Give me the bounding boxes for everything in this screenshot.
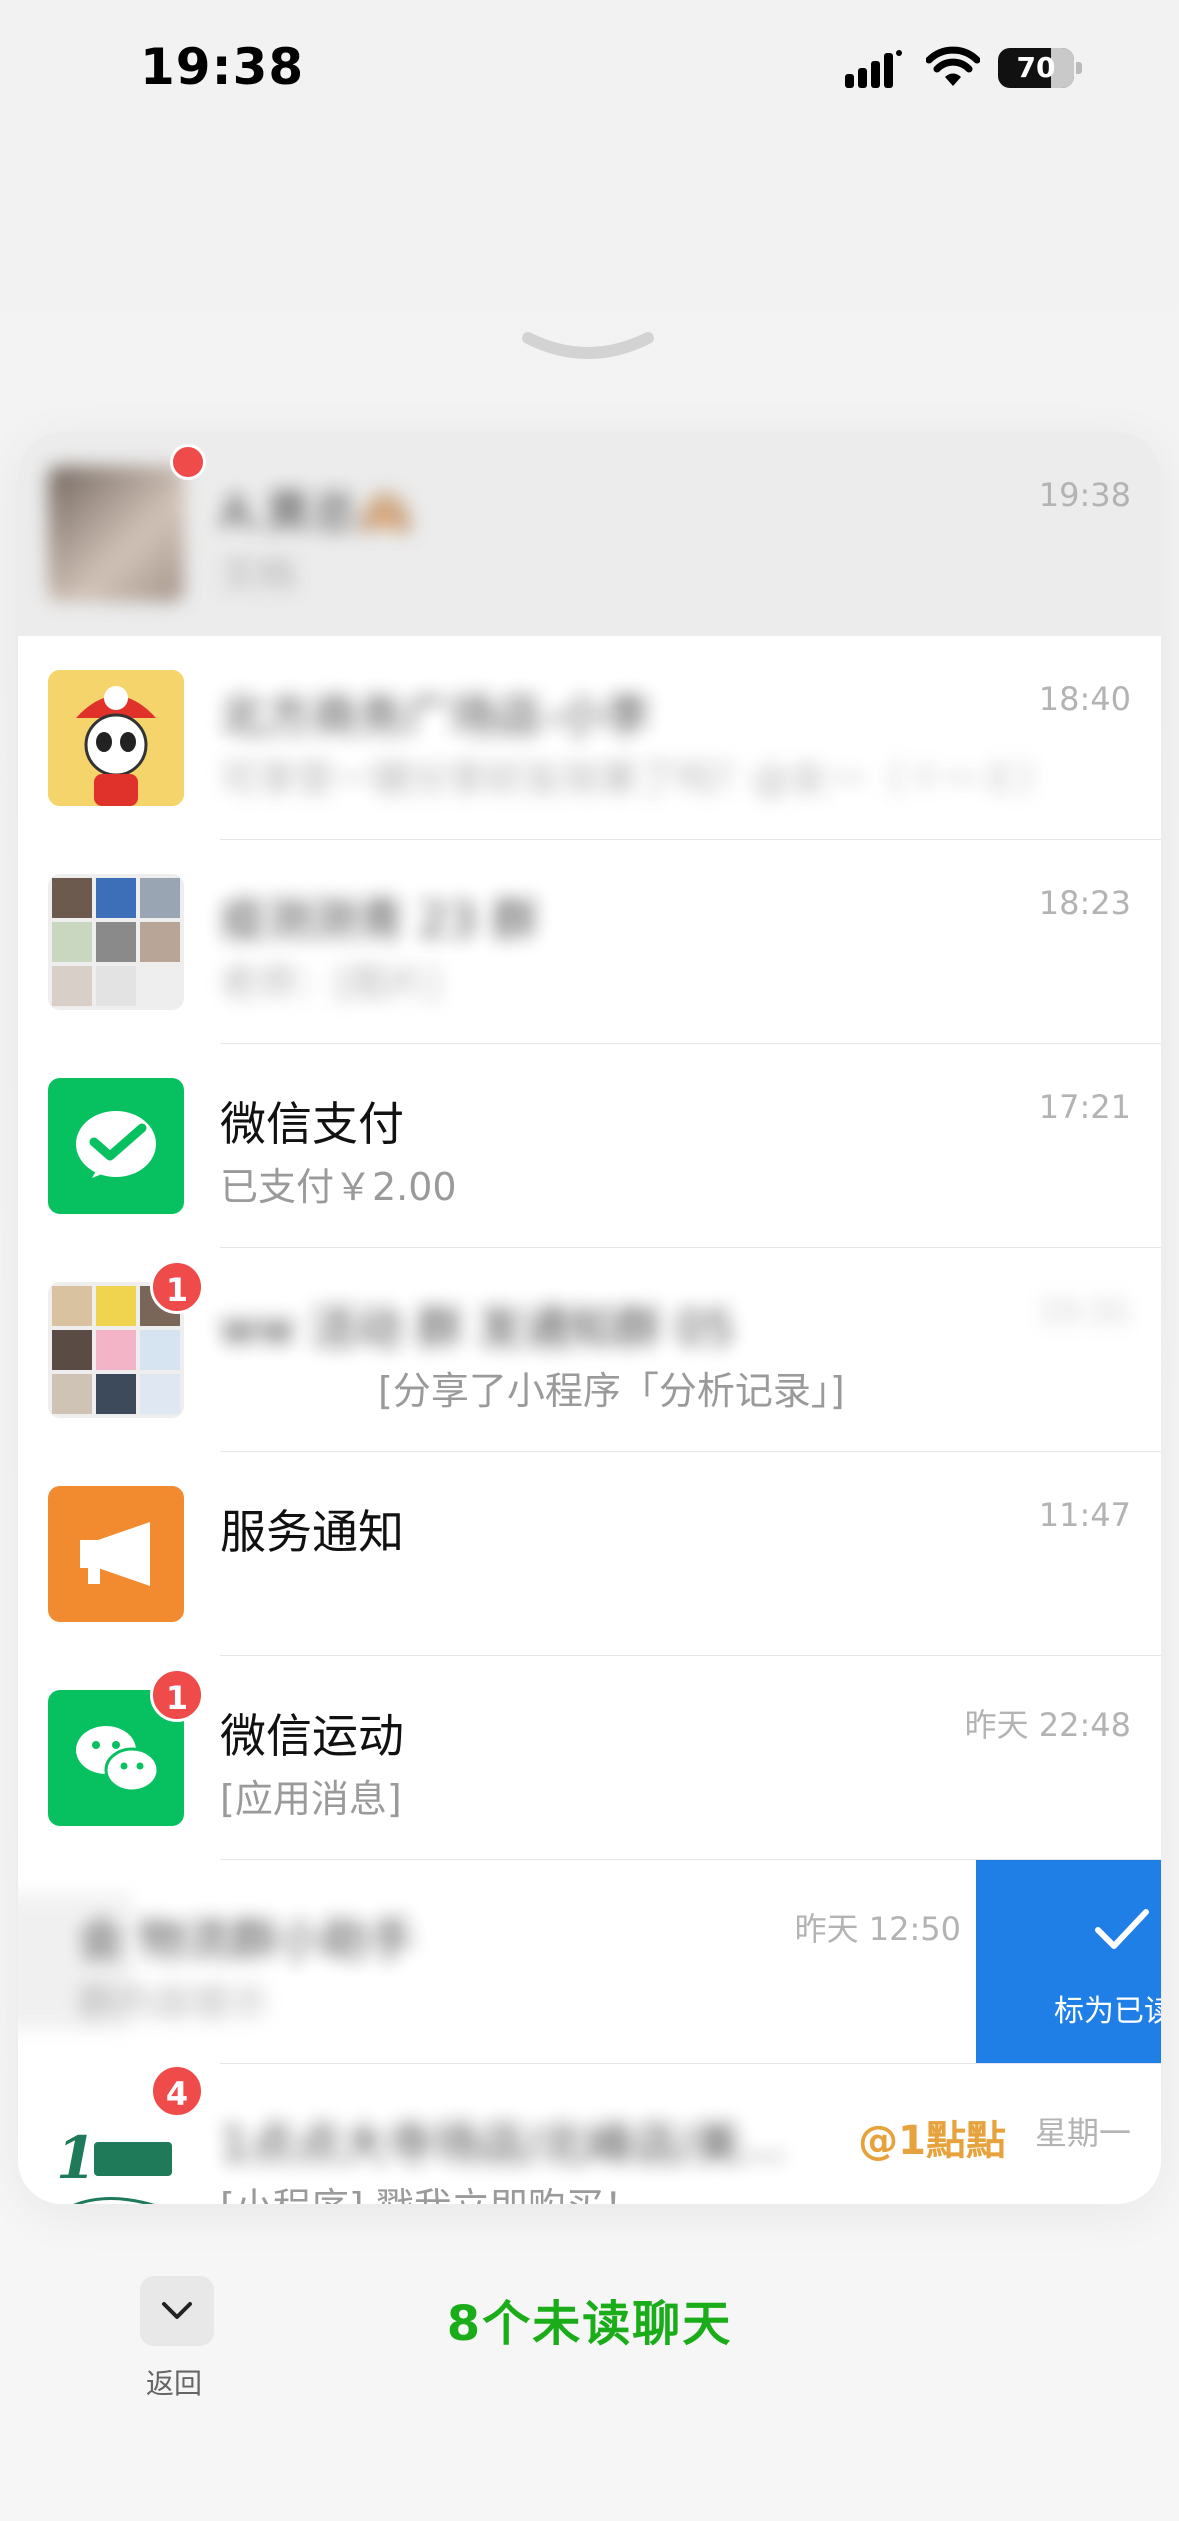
chat-row[interactable]: 1 微信运动 [应用消息] 昨天 22:48 xyxy=(18,1656,1161,1860)
chat-name: 疫测测青 23 群 xyxy=(220,893,538,947)
status-bar: 19:38 70 xyxy=(0,0,1179,140)
chat-name: 微信支付 xyxy=(220,1097,404,1151)
group-avatar xyxy=(48,874,184,1010)
back-label: 返回 xyxy=(146,2367,203,2400)
chat-row[interactable]: 北方商务广场店-小李 可享受一键分享好友效果了吗？@女一（ヾ一ミ） 18:40 xyxy=(18,636,1161,840)
chat-time: 11:47 xyxy=(1038,1496,1131,1534)
chat-preview: 文档 xyxy=(220,553,297,597)
chat-time: 15:31 xyxy=(1038,1292,1131,1330)
svg-text:1: 1 xyxy=(56,2124,96,2192)
chat-preview: 群内容提示 xyxy=(78,1981,269,2025)
chat-row[interactable]: A.黄总🙈 文档 19:38 xyxy=(18,432,1161,636)
unread-badge xyxy=(170,444,206,480)
unread-chats-title: 8个未读聊天 xyxy=(446,2296,733,2352)
avatar xyxy=(48,466,184,602)
chat-preview: 已支付￥2.00 xyxy=(220,1165,457,1209)
chat-row[interactable]: 疫测测青 23 群 老师：[图片] 18:23 xyxy=(18,840,1161,1044)
chat-preview: [应用消息] xyxy=(220,1777,402,1821)
chat-name: 会 物流群小助手 xyxy=(78,1913,415,1967)
chat-row[interactable]: 服务通知 11:47 xyxy=(18,1452,1161,1656)
chat-name: ww 活动 群 发通知群 05 xyxy=(220,1301,735,1355)
chat-row[interactable]: 1 ww 活动 群 发通知群 05 [分享了小程序「分析记录」] 15:31 xyxy=(18,1248,1161,1452)
chat-name: 服务通知 xyxy=(220,1505,404,1559)
cellular-signal-icon xyxy=(845,50,902,88)
unread-badge: 1 xyxy=(150,1668,204,1722)
chat-time: 星期一 xyxy=(1034,2114,1131,2152)
chat-name: 1点点大寺场店/北峰店/美… xyxy=(220,2117,787,2171)
chat-row[interactable]: 1 4 1点点大寺场店/北峰店/美… @1點點 [小程序] 戳我立即购买！ 星期… xyxy=(18,2064,1161,2204)
battery-indicator: 70 xyxy=(998,48,1082,88)
chat-time: 17:21 xyxy=(1038,1088,1131,1126)
megaphone-icon xyxy=(48,1486,184,1622)
checkmark-icon xyxy=(1095,1909,1149,1949)
chat-time: 19:38 xyxy=(1038,476,1131,514)
panda-mascot-icon xyxy=(48,670,184,806)
chat-preview: 可享受一键分享好友效果了吗？@女一（ヾ一ミ） xyxy=(220,757,1057,801)
avatar xyxy=(48,670,184,806)
chat-row-swiped[interactable]: 会 物流群小助手 群内容提示 昨天 12:50 标为已读 xyxy=(18,1860,1161,2064)
chat-name: 北方商务广场店-小李 xyxy=(220,689,651,743)
mark-as-read-button[interactable]: 标为已读 xyxy=(976,1860,1161,2064)
unread-badge: 4 xyxy=(150,2064,204,2118)
collapse-chevron-icon[interactable] xyxy=(520,330,656,370)
chat-time: 18:23 xyxy=(1038,884,1131,922)
chat-row[interactable]: 微信支付 已支付￥2.00 17:21 xyxy=(18,1044,1161,1248)
unread-badge: 1 xyxy=(150,1260,204,1314)
chat-time: 18:40 xyxy=(1038,680,1131,718)
chat-preview: 老师：[图片] xyxy=(220,961,440,1005)
chat-name: 微信运动 xyxy=(220,1709,404,1763)
wechat-pay-icon xyxy=(48,1078,184,1214)
chat-name: A.黄总🙈 xyxy=(220,485,415,539)
wifi-icon xyxy=(926,46,980,86)
status-time: 19:38 xyxy=(140,38,305,96)
unread-chats-card: A.黄总🙈 文档 19:38 北方商务广场店-小李 可享受一键分享好友效果了吗？… xyxy=(18,432,1161,2204)
battery-percent: 70 xyxy=(1016,51,1056,84)
mark-as-read-label: 标为已读 xyxy=(1054,1994,1161,2029)
chat-time: 昨天 22:48 xyxy=(964,1706,1131,1744)
mention-tag: @1點點 xyxy=(858,2118,1006,2164)
chat-preview: [小程序] 戳我立即购买！ xyxy=(220,2176,642,2204)
chat-preview: [分享了小程序「分析记录」] xyxy=(378,1369,845,1413)
chat-time: 昨天 12:50 xyxy=(794,1910,961,1948)
